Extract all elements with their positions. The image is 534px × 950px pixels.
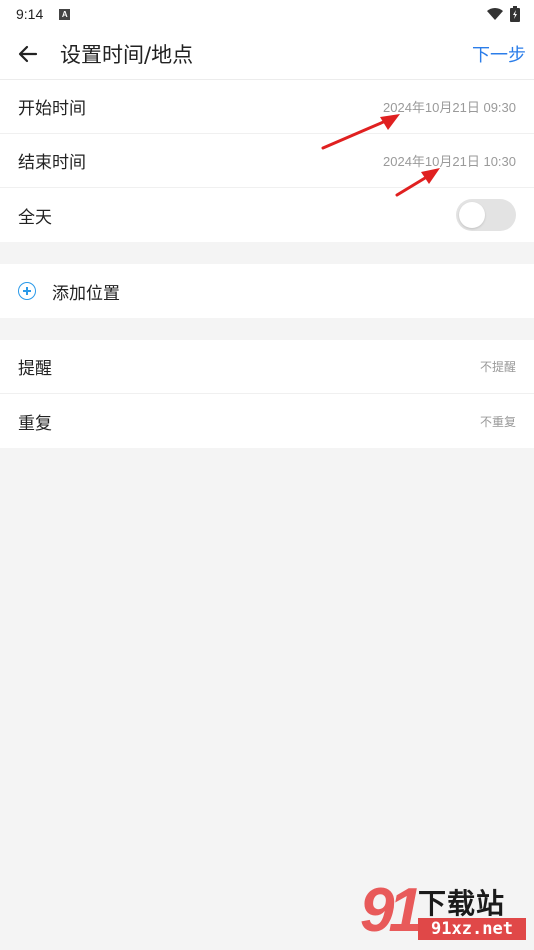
arrow-left-icon <box>18 45 38 62</box>
end-time-label: 结束时间 <box>18 153 86 173</box>
reminder-row[interactable]: 提醒 不提醒 <box>0 340 534 394</box>
reminder-value: 不提醒 <box>479 360 516 374</box>
time-settings-card: 开始时间 2024年10月21日 09:30 结束时间 2024年10月21日 … <box>0 80 534 242</box>
battery-icon <box>510 6 520 22</box>
next-step-button[interactable]: 下一步 <box>472 41 526 67</box>
start-time-row[interactable]: 开始时间 2024年10月21日 09:30 <box>0 80 534 134</box>
add-location-row[interactable]: 添加位置 <box>0 264 534 318</box>
end-time-row[interactable]: 结束时间 2024年10月21日 10:30 <box>0 134 534 188</box>
watermark-url: 91xz.net <box>418 918 526 940</box>
end-time-value: 2024年10月21日 10:30 <box>383 154 516 169</box>
site-watermark: 91 下载站 91xz.net <box>360 880 530 946</box>
watermark-logo: 91 <box>360 876 423 945</box>
watermark-title: 下载站 <box>418 887 506 920</box>
plus-circle-icon <box>18 282 36 300</box>
a-icon: A <box>59 8 71 20</box>
status-time: 9:14 <box>16 6 44 22</box>
app-bar: 设置时间/地点 下一步 <box>0 28 534 80</box>
repeat-label: 重复 <box>18 413 52 434</box>
wifi-icon <box>487 7 503 20</box>
all-day-label: 全天 <box>18 207 52 228</box>
back-button[interactable] <box>4 28 52 80</box>
repeat-value: 不重复 <box>479 414 516 429</box>
toggle-knob <box>459 202 485 228</box>
location-card: 添加位置 <box>0 264 534 318</box>
status-bar: 9:14 A <box>0 0 534 28</box>
options-card: 提醒 不提醒 重复 不重复 <box>0 340 534 448</box>
repeat-row[interactable]: 重复 不重复 <box>0 394 534 448</box>
status-icons <box>486 6 520 22</box>
all-day-toggle[interactable] <box>456 199 516 231</box>
reminder-label: 提醒 <box>18 359 52 379</box>
all-day-row: 全天 <box>0 188 534 242</box>
start-time-label: 开始时间 <box>18 99 86 119</box>
page-title: 设置时间/地点 <box>60 42 194 67</box>
start-time-value: 2024年10月21日 09:30 <box>383 100 516 115</box>
add-location-label: 添加位置 <box>52 283 120 304</box>
